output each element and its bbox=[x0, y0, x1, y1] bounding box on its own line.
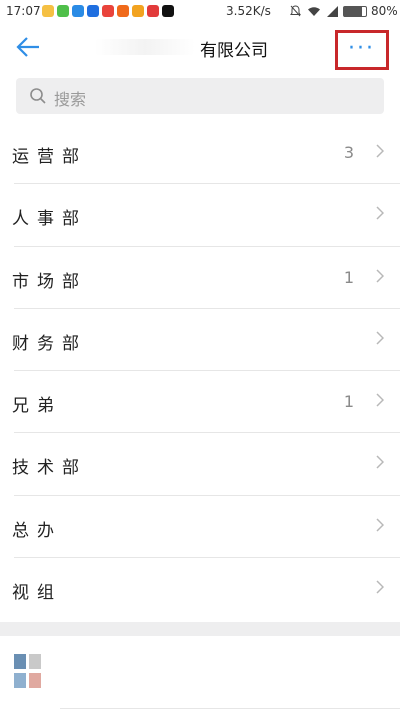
department-row[interactable]: 市场部 1 bbox=[0, 247, 400, 309]
app-notification-icon bbox=[147, 5, 159, 17]
chevron-right-icon bbox=[376, 331, 384, 345]
wifi-icon bbox=[308, 6, 320, 16]
app-notification-icon bbox=[132, 5, 144, 17]
title-redacted-area bbox=[95, 39, 195, 55]
department-name: 兄弟 bbox=[12, 396, 62, 417]
department-name: 财务部 bbox=[12, 333, 87, 354]
chevron-right-icon bbox=[376, 580, 384, 594]
member-count: 3 bbox=[343, 143, 354, 162]
more-icon: ··· bbox=[348, 36, 375, 61]
chevron-right-icon bbox=[376, 393, 384, 407]
app-notification-icon bbox=[102, 5, 114, 17]
department-row[interactable]: 总办 bbox=[0, 496, 400, 559]
app-notification-icon bbox=[57, 5, 69, 17]
department-row[interactable]: 人事部 bbox=[0, 184, 400, 247]
notification-icons bbox=[42, 5, 174, 17]
department-name: 运营部 bbox=[12, 147, 87, 167]
network-speed: 3.52K/s bbox=[226, 4, 271, 18]
member-count: 1 bbox=[343, 267, 354, 287]
member-row[interactable] bbox=[0, 636, 400, 711]
department-name: 市场部 bbox=[12, 271, 87, 292]
row-divider bbox=[60, 708, 400, 709]
department-name: 人事部 bbox=[12, 209, 87, 230]
more-button[interactable]: ··· bbox=[335, 30, 389, 70]
section-divider bbox=[0, 622, 400, 636]
department-row[interactable]: 视组 bbox=[0, 558, 400, 620]
battery-fill bbox=[344, 7, 362, 16]
app-notification-icon bbox=[87, 5, 99, 17]
battery-icon bbox=[343, 6, 367, 17]
search-placeholder: 搜索 bbox=[54, 90, 87, 109]
department-row[interactable]: 技术部 bbox=[0, 433, 400, 496]
search-input[interactable]: 搜索 bbox=[16, 78, 384, 114]
app-notification-icon bbox=[162, 5, 174, 17]
top-bar: 有限公司 ··· bbox=[0, 24, 400, 70]
department-list: 运营部 3 人事部 市场部 1 财务部 兄弟 1 技术部 总办 视组 bbox=[0, 122, 400, 620]
silent-icon bbox=[290, 5, 301, 17]
chevron-right-icon bbox=[376, 518, 384, 532]
department-row[interactable]: 运营部 3 bbox=[0, 122, 400, 185]
battery-percent: 80% bbox=[371, 4, 398, 18]
department-name: 总办 bbox=[12, 520, 62, 541]
department-row[interactable]: 财务部 bbox=[0, 309, 400, 372]
member-count: 1 bbox=[343, 392, 354, 412]
signal-icon bbox=[327, 5, 338, 17]
search-icon bbox=[30, 88, 46, 104]
avatar bbox=[14, 654, 41, 688]
status-time: 17:07 bbox=[6, 4, 41, 18]
chevron-right-icon bbox=[376, 206, 384, 220]
status-bar: 17:07 3.52K/s 80% bbox=[0, 0, 400, 24]
chevron-right-icon bbox=[376, 269, 384, 283]
department-name: 视组 bbox=[12, 583, 62, 604]
app-notification-icon bbox=[42, 5, 54, 17]
back-arrow-icon[interactable] bbox=[14, 35, 42, 59]
chevron-right-icon bbox=[376, 144, 384, 158]
app-notification-icon bbox=[117, 5, 129, 17]
chevron-right-icon bbox=[376, 455, 384, 470]
page-title: 有限公司 bbox=[200, 41, 268, 61]
department-row[interactable]: 兄弟 1 bbox=[0, 371, 400, 434]
department-name: 技术部 bbox=[12, 458, 87, 479]
app-notification-icon bbox=[72, 5, 84, 17]
